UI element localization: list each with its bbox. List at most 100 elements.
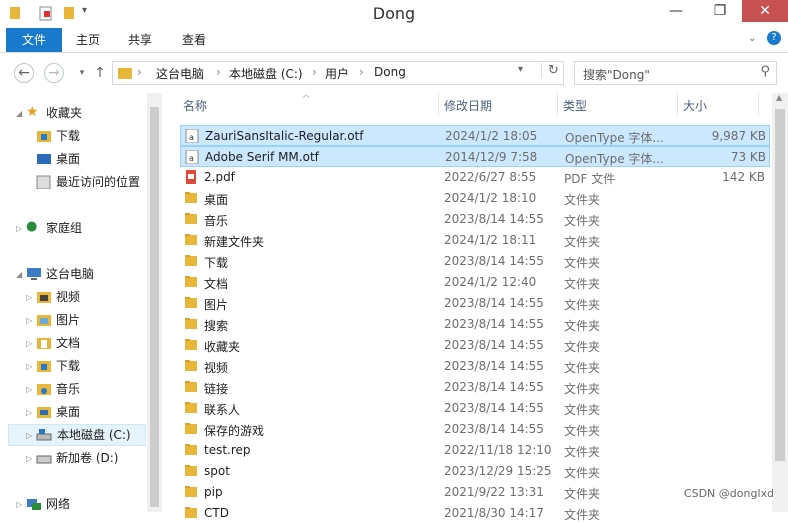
folder-icon <box>185 402 197 413</box>
help-icon[interactable]: ? <box>767 31 781 45</box>
column-type[interactable]: 类型 <box>563 97 587 114</box>
scroll-up-icon[interactable]: ▲ <box>776 93 782 102</box>
download-folder-icon <box>37 361 51 372</box>
file-name: 保存的游戏 <box>204 424 265 438</box>
local-disk-icon <box>36 429 52 441</box>
close-button[interactable]: ✕ <box>742 0 788 22</box>
file-row[interactable]: CTD 2021/8/30 14:17 文件夹 <box>180 503 770 524</box>
minimize-button[interactable]: — <box>654 0 698 22</box>
forward-button[interactable]: → <box>44 63 64 83</box>
address-box[interactable]: › 这台电脑 › 本地磁盘 (C:) › 用户 › Dong ▾ ↻ <box>112 61 564 85</box>
search-box[interactable]: 搜索"Dong" ⚲ <box>574 61 777 85</box>
network-icon <box>27 499 41 510</box>
tab-home[interactable]: 主页 <box>66 28 110 52</box>
nav-new-volume-d[interactable]: ▷ 新加卷 (D:) <box>26 448 146 468</box>
recent-locations-icon[interactable]: ▾ <box>72 63 92 83</box>
file-row[interactable]: test.rep 2022/11/18 12:10 文件夹 <box>180 440 770 461</box>
nav-desktop-pc[interactable]: ▷ 桌面 <box>26 402 146 422</box>
file-row[interactable]: a ZauriSansItalic-Regular.otf 2024/1/2 18:… <box>180 125 770 146</box>
breadcrumb-this-pc[interactable]: 这台电脑 <box>156 65 204 82</box>
nav-downloads-pc[interactable]: ▷ 下载 <box>26 356 146 376</box>
file-row[interactable]: 文档 2024/1/2 12:40 文件夹 <box>180 272 770 293</box>
file-name: ZauriSansItalic-Regular.otf <box>205 129 364 143</box>
file-list-scrollbar[interactable]: ▲ <box>772 93 788 512</box>
nav-favorites[interactable]: ◢ ★ 收藏夹 <box>16 103 146 123</box>
column-size[interactable]: 大小 <box>683 97 707 114</box>
file-row[interactable]: 音乐 2023/8/14 14:55 文件夹 <box>180 209 770 230</box>
folder-icon <box>185 192 197 203</box>
file-row[interactable]: 搜索 2023/8/14 14:55 文件夹 <box>180 314 770 335</box>
nav-videos[interactable]: ▷ 视频 <box>26 287 146 307</box>
file-date: 2022/11/18 12:10 <box>444 443 552 457</box>
nav-documents[interactable]: ▷ 文档 <box>26 333 146 353</box>
file-row[interactable]: 2.pdf 2022/6/27 8:55 PDF 文件 142 KB <box>180 167 770 188</box>
pdf-file-icon <box>186 170 196 184</box>
nav-recent-places[interactable]: 最近访问的位置 <box>36 172 156 192</box>
nav-homegroup[interactable]: ▷ ● 家庭组 <box>16 218 146 238</box>
nav-music[interactable]: ▷ 音乐 <box>26 379 146 399</box>
tab-share[interactable]: 共享 <box>118 28 162 52</box>
search-icon[interactable]: ⚲ <box>760 64 770 79</box>
nav-local-disk-c[interactable]: ▷ 本地磁盘 (C:) <box>8 424 146 446</box>
tab-file[interactable]: 文件 <box>6 28 62 52</box>
star-icon: ★ <box>26 104 39 120</box>
breadcrumb-dong[interactable]: Dong <box>374 65 406 79</box>
file-row[interactable]: 链接 2023/8/14 14:55 文件夹 <box>180 377 770 398</box>
file-list-scrollbar-thumb[interactable] <box>775 109 785 461</box>
expand-ribbon-icon[interactable]: ⌄ <box>748 33 756 44</box>
file-type: 文件夹 <box>564 403 601 417</box>
file-row[interactable]: 桌面 2024/1/2 18:10 文件夹 <box>180 188 770 209</box>
file-name: 链接 <box>204 382 229 396</box>
folder-icon <box>118 68 132 79</box>
file-name: 联系人 <box>204 403 241 417</box>
file-row[interactable]: spot 2023/12/29 15:25 文件夹 <box>180 461 770 482</box>
pictures-folder-icon <box>37 315 51 326</box>
nav-network[interactable]: ▷ 网络 <box>16 494 146 514</box>
file-date: 2023/8/14 14:55 <box>444 212 544 226</box>
back-button[interactable]: ← <box>14 63 34 83</box>
refresh-icon[interactable]: ↻ <box>541 63 559 78</box>
column-name[interactable]: 名称 <box>183 97 207 114</box>
file-name: 下载 <box>204 256 229 270</box>
file-type: 文件夹 <box>564 193 601 207</box>
folder-icon <box>185 234 197 245</box>
drive-icon <box>36 455 52 464</box>
nav-scrollbar[interactable] <box>147 93 162 512</box>
nav-desktop[interactable]: 桌面 <box>36 149 146 169</box>
column-header: ︿ 名称 修改日期 类型 大小 <box>164 90 772 117</box>
file-type: 文件夹 <box>564 445 601 459</box>
file-type: 文件夹 <box>564 361 601 375</box>
desktop-folder-icon <box>37 407 51 418</box>
tab-view[interactable]: 查看 <box>172 28 216 52</box>
file-row[interactable]: pip 2021/9/22 13:31 文件夹 <box>180 482 770 503</box>
file-row[interactable]: 联系人 2023/8/14 14:55 文件夹 <box>180 398 770 419</box>
folder-icon <box>185 381 197 392</box>
file-row[interactable]: 图片 2023/8/14 14:55 文件夹 <box>180 293 770 314</box>
file-date: 2024/1/2 18:11 <box>444 233 537 247</box>
file-row[interactable]: 视频 2023/8/14 14:55 文件夹 <box>180 356 770 377</box>
nav-pictures[interactable]: ▷ 图片 <box>26 310 146 330</box>
file-size: 73 KB <box>730 150 766 164</box>
music-folder-icon <box>37 384 51 395</box>
column-date[interactable]: 修改日期 <box>444 97 492 114</box>
breadcrumb-local-disk[interactable]: 本地磁盘 (C:) <box>229 65 303 82</box>
nav-downloads[interactable]: 下载 <box>36 126 146 146</box>
up-button[interactable]: ↑ <box>90 63 110 83</box>
address-dropdown-icon[interactable]: ▾ <box>518 64 523 75</box>
breadcrumb-users[interactable]: 用户 <box>325 65 349 82</box>
address-bar-area: ← → ▾ ↑ › 这台电脑 › 本地磁盘 (C:) › 用户 › Dong ▾… <box>0 53 788 91</box>
file-row[interactable]: 收藏夹 2023/8/14 14:55 文件夹 <box>180 335 770 356</box>
nav-scrollbar-thumb[interactable] <box>150 107 159 507</box>
file-row[interactable]: 保存的游戏 2023/8/14 14:55 文件夹 <box>180 419 770 440</box>
title-bar: ▾ Dong — ❐ ✕ <box>0 0 788 28</box>
folder-icon <box>185 339 197 350</box>
nav-this-pc[interactable]: ◢ 这台电脑 <box>16 264 146 284</box>
file-row[interactable]: a Adobe Serif MM.otf 2014/12/9 7:58 OpenTyp… <box>180 146 770 167</box>
maximize-button[interactable]: ❐ <box>698 0 742 22</box>
file-date: 2023/8/14 14:55 <box>444 317 544 331</box>
search-input[interactable]: 搜索"Dong" <box>583 66 650 83</box>
file-row[interactable]: 新建文件夹 2024/1/2 18:11 文件夹 <box>180 230 770 251</box>
file-date: 2023/8/14 14:55 <box>444 401 544 415</box>
file-row[interactable]: 下载 2023/8/14 14:55 文件夹 <box>180 251 770 272</box>
file-name: Adobe Serif MM.otf <box>205 150 319 164</box>
